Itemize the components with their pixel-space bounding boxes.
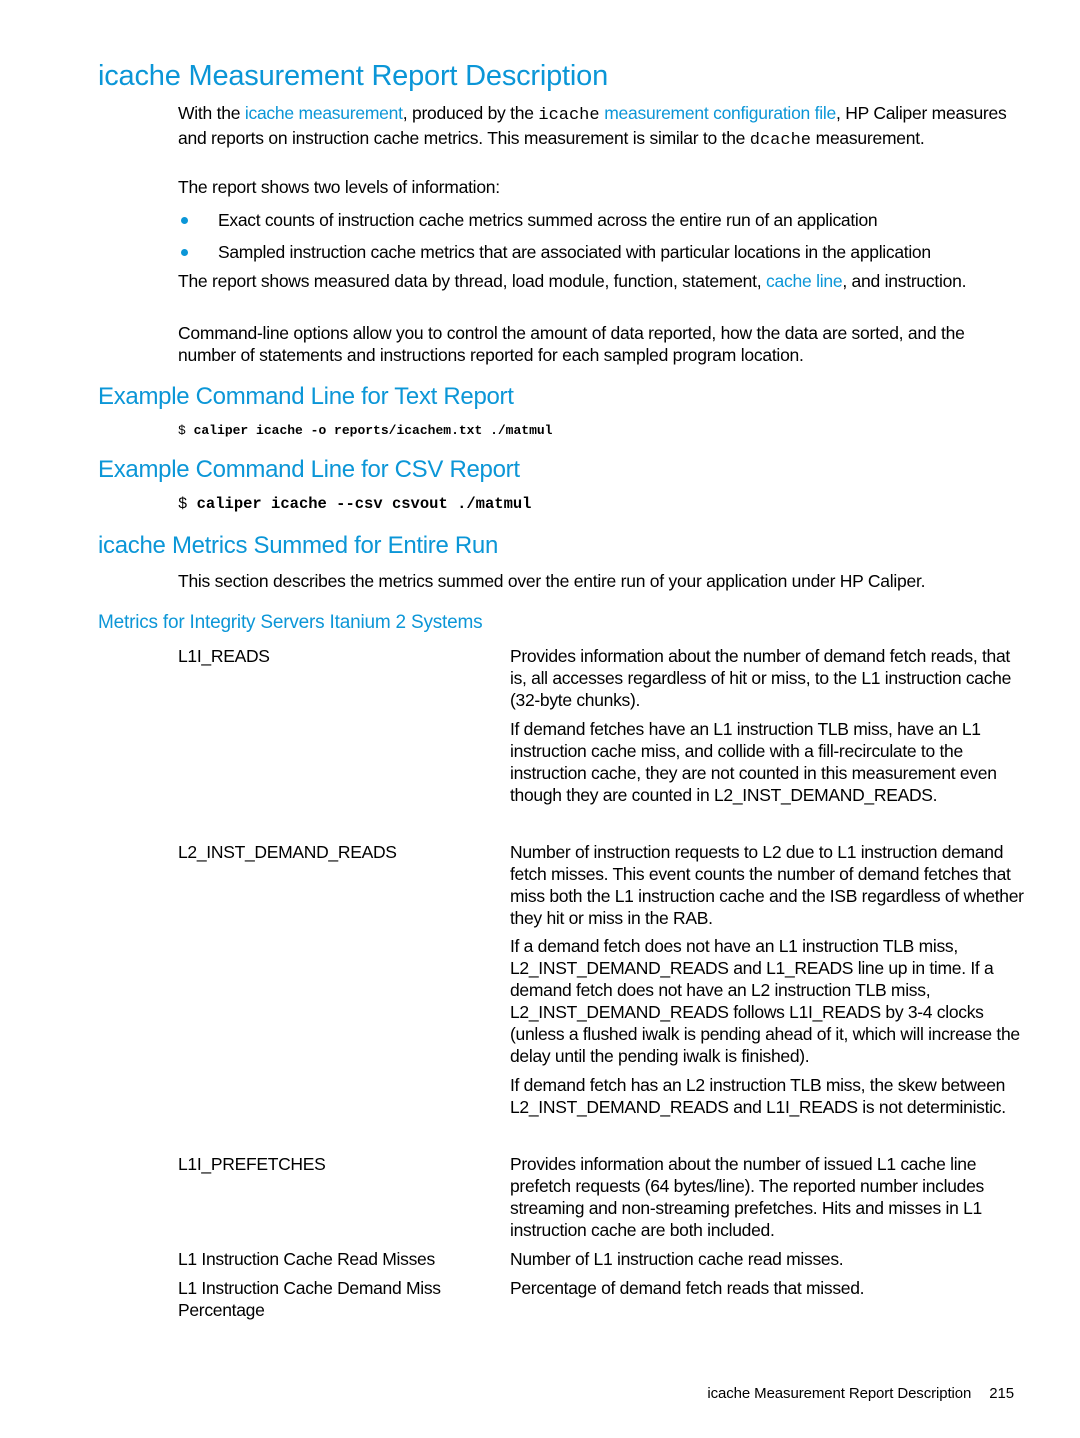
shell-prompt: $: [178, 495, 188, 513]
cache-line-link[interactable]: cache line: [766, 271, 843, 291]
measured-data-paragraph: The report shows measured data by thread…: [178, 270, 1023, 292]
metric-term: L1I_PREFETCHES: [178, 1154, 326, 1174]
measurement-config-file-link[interactable]: measurement configuration file: [604, 103, 836, 123]
metric-description: Number of instruction requests to L2 due…: [510, 842, 1024, 928]
footer-section-title: icache Measurement Report Description: [707, 1385, 972, 1402]
metrics-summed-description: This section describes the metrics summe…: [178, 571, 926, 591]
page-number: 215: [989, 1385, 1014, 1402]
command-text: caliper icache -o reports/icachem.txt ./…: [193, 423, 553, 438]
page-footer: icache Measurement Report Description 215: [707, 1385, 1014, 1402]
metric-term: L1I_READS: [178, 646, 270, 666]
metric-description: Provides information about the number of…: [510, 1154, 984, 1240]
metric-description: Percentage of demand fetch reads that mi…: [510, 1278, 865, 1298]
bullet-text: Exact counts of instruction cache metric…: [218, 210, 878, 230]
bullet-icon: [181, 217, 188, 224]
metric-term: L1 Instruction Cache Read Misses: [178, 1249, 435, 1269]
bullet-text: Sampled instruction cache metrics that a…: [218, 242, 931, 262]
text: , produced by the: [402, 103, 539, 123]
inline-code-icache: icache: [538, 106, 600, 125]
levels-paragraph: The report shows two levels of informati…: [178, 177, 500, 197]
bullet-item: Exact counts of instruction cache metric…: [178, 209, 1028, 231]
bullet-icon: [181, 249, 188, 256]
text: The report shows measured data by thread…: [178, 271, 767, 291]
text-report-command: $ caliper icache -o reports/icachem.txt …: [178, 423, 552, 438]
metrics-summed-heading: icache Metrics Summed for Entire Run: [98, 532, 499, 559]
metric-term: L1 Instruction Cache Demand Miss Percent…: [178, 1278, 441, 1320]
metric-description: If demand fetches have an L1 instruction…: [510, 719, 997, 805]
command-text: caliper icache --csv csvout ./matmul: [196, 495, 532, 513]
metric-description: If demand fetch has an L2 instruction TL…: [510, 1075, 1006, 1117]
intro-paragraph: With the icache measurement, produced by…: [178, 102, 1023, 152]
metric-description: Number of L1 instruction cache read miss…: [510, 1249, 844, 1269]
page-title: icache Measurement Report Description: [98, 60, 608, 92]
csv-report-command: $ caliper icache --csv csvout ./matmul: [178, 495, 531, 513]
shell-prompt: $: [178, 423, 186, 438]
text: , and instruction.: [842, 271, 967, 291]
csv-report-heading: Example Command Line for CSV Report: [98, 456, 520, 483]
metric-description: Provides information about the number of…: [510, 646, 1012, 710]
options-paragraph: Command-line options allow you to contro…: [178, 323, 965, 365]
text-report-heading: Example Command Line for Text Report: [98, 383, 514, 410]
text: measurement.: [811, 128, 925, 148]
metric-description: If a demand fetch does not have an L1 in…: [510, 936, 1020, 1066]
integrity-heading: Metrics for Integrity Servers Itanium 2 …: [98, 612, 483, 633]
inline-code-dcache: dcache: [749, 131, 811, 150]
text: With the: [178, 103, 245, 123]
icache-measurement-link[interactable]: icache measurement: [245, 103, 403, 123]
bullet-item: Sampled instruction cache metrics that a…: [178, 241, 1028, 263]
metric-term: L2_INST_DEMAND_READS: [178, 842, 397, 862]
